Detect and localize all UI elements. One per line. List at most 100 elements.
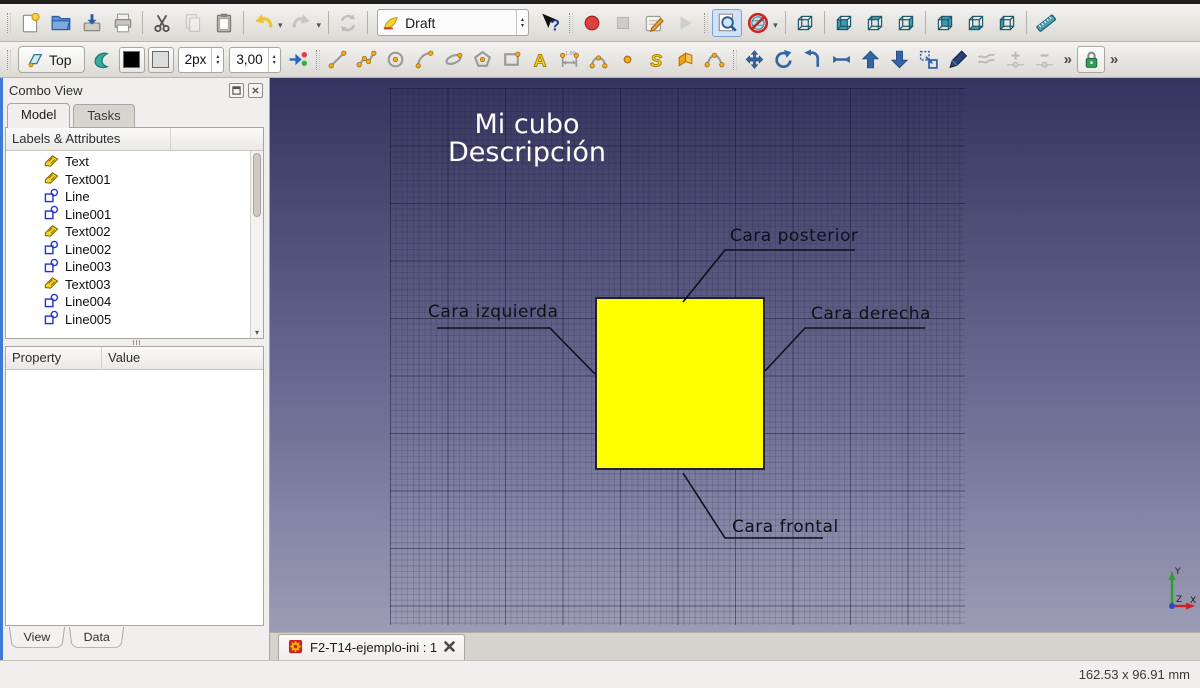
tab-view[interactable]: View [9,627,65,648]
value-column-header[interactable]: Value [102,347,263,369]
tree-item-line002[interactable]: Line002 [44,241,249,259]
draft-rectangle-button[interactable] [498,46,526,73]
tree-item-text003[interactable]: Text003 [44,276,249,294]
dropdown-arrow-icon[interactable]: ▾ [317,20,322,31]
draft-facebinder-button[interactable] [672,46,700,73]
tree-item-text001[interactable]: Text001 [44,171,249,189]
label-cara-izquierda[interactable]: Cara izquierda [428,302,558,322]
line-width-spinbox[interactable]: 2px▴▾ [178,47,225,73]
tree-item-text[interactable]: Text [44,153,249,171]
open-folder-button[interactable] [46,9,76,37]
whats-this-button[interactable]: ? [535,9,565,37]
draft-point-button[interactable] [614,46,642,73]
draft-text-button[interactable]: A [527,46,555,73]
draft-join-button[interactable] [973,46,1001,73]
draft-offset-button[interactable] [799,46,827,73]
tree-item-text002[interactable]: Text002 [44,223,249,241]
draft-edit-button[interactable] [944,46,972,73]
cut-button[interactable] [147,9,177,37]
close-document-button[interactable] [444,640,455,655]
spinner-arrows-icon[interactable]: ▴▾ [268,48,280,72]
draft-circle-button[interactable] [382,46,410,73]
scrollbar-down-icon[interactable]: ▾ [251,328,263,337]
view-top-button[interactable] [860,9,890,37]
toolbar-handle[interactable] [704,13,708,33]
view-bottom-button[interactable] [961,9,991,37]
draw-style-button[interactable] [743,9,773,37]
toolbar-handle[interactable] [733,50,737,70]
toolbar-handle[interactable] [569,13,573,33]
property-column-header[interactable]: Property [6,347,102,369]
3d-viewport[interactable]: Mi cubo Descripción Cara posterior Cara … [270,78,1200,632]
draft-shapestring-button[interactable]: S [643,46,671,73]
close-panel-button[interactable] [248,83,263,98]
macro-record-button[interactable] [577,9,607,37]
draft-bezier-button[interactable] [701,46,729,73]
construction-mode-button[interactable] [89,46,117,73]
toolbar-handle[interactable] [7,13,11,33]
redo-button[interactable] [287,9,317,37]
panel-splitter[interactable] [3,339,269,346]
paste-button[interactable] [209,9,239,37]
toolbar-extend-icon[interactable]: » [1106,51,1122,68]
label-cara-derecha[interactable]: Cara derecha [811,304,931,324]
view-left-button[interactable] [992,9,1022,37]
view-front-button[interactable] [829,9,859,37]
lock-button[interactable] [1077,46,1105,73]
view-rear-button[interactable] [930,9,960,37]
draft-downgrade-button[interactable] [886,46,914,73]
tree-header-label[interactable]: Labels & Attributes [6,128,171,150]
tree-item-line[interactable]: Line [44,188,249,206]
spinner-arrows-icon[interactable]: ▴▾ [211,48,223,72]
toolbar-handle[interactable] [7,50,11,70]
draft-arc-button[interactable] [411,46,439,73]
view-axonometric-button[interactable] [790,9,820,37]
draft-upgrade-button[interactable] [857,46,885,73]
tree-item-line001[interactable]: Line001 [44,206,249,224]
tab-tasks[interactable]: Tasks [73,104,134,127]
tab-data[interactable]: Data [69,627,124,648]
tree-scrollbar[interactable]: ▾ [250,151,263,338]
tree-item-line005[interactable]: Line005 [44,311,249,329]
tree-item-line003[interactable]: Line003 [44,258,249,276]
scrollbar-thumb[interactable] [253,153,261,217]
label-cara-frontal[interactable]: Cara frontal [732,517,839,537]
refresh-button[interactable] [333,9,363,37]
print-button[interactable] [108,9,138,37]
float-panel-button[interactable] [229,83,244,98]
draft-polygon-button[interactable] [469,46,497,73]
dropdown-arrow-icon[interactable]: ▾ [278,20,283,31]
draft-bspline-button[interactable] [585,46,613,73]
font-size-spinbox[interactable]: 3,00▴▾ [229,47,280,73]
macro-stop-button[interactable] [608,9,638,37]
draft-line-button[interactable] [324,46,352,73]
new-document-button[interactable] [15,9,45,37]
workbench-selector[interactable]: Draft▴▾ [377,9,529,36]
toolbar-extend-icon[interactable]: » [1060,51,1076,68]
toolbar-handle[interactable] [316,50,320,70]
draft-ellipse-button[interactable] [440,46,468,73]
document-tab[interactable]: F2-T14-ejemplo-ini : 1 [278,634,465,660]
line-color-button[interactable] [119,47,145,73]
macro-play-button[interactable] [670,9,700,37]
save-button[interactable] [77,9,107,37]
draft-delpoint-button[interactable] [1031,46,1059,73]
spinner-arrows-icon[interactable]: ▴▾ [516,10,528,35]
label-cara-posterior[interactable]: Cara posterior [730,226,858,246]
tree-item-line004[interactable]: Line004 [44,293,249,311]
view-fit-all-button[interactable] [712,9,742,37]
draft-dimension-button[interactable]: 1.00 [556,46,584,73]
draft-move-button[interactable] [741,46,769,73]
working-plane-button[interactable]: Top [18,46,85,73]
measure-distance-button[interactable] [1031,9,1061,37]
apply-style-button[interactable] [284,46,312,73]
dropdown-arrow-icon[interactable]: ▾ [773,20,778,31]
draft-trimex-button[interactable] [828,46,856,73]
undo-button[interactable] [248,9,278,37]
draft-rotate-button[interactable] [770,46,798,73]
draft-addpoint-button[interactable] [1002,46,1030,73]
tab-model[interactable]: Model [7,103,70,128]
draft-scale-button[interactable] [915,46,943,73]
copy-button[interactable] [178,9,208,37]
draft-wire-button[interactable] [353,46,381,73]
